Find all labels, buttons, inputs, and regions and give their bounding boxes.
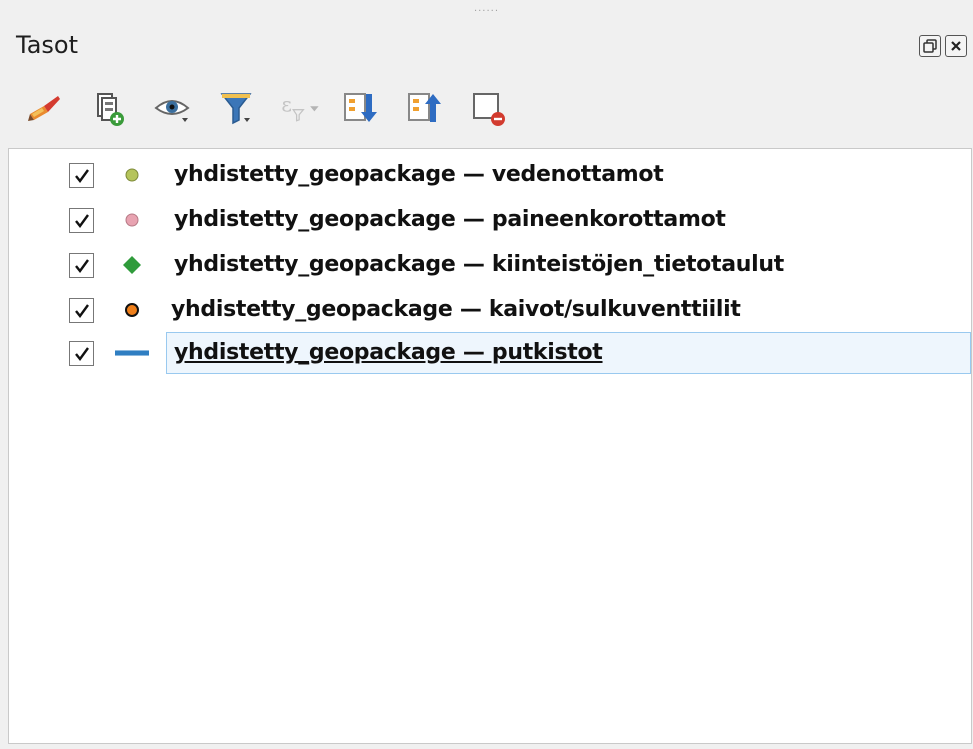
checkmark-icon [74, 213, 89, 228]
add-group-button[interactable] [86, 86, 130, 130]
diamond-symbol-icon [115, 253, 149, 277]
layer-name: yhdistetty_geopackage — putkistot [174, 340, 603, 365]
layers-tree[interactable]: yhdistetty_geopackage — vedenottamot yhd… [8, 148, 972, 744]
remove-layer-button[interactable] [466, 86, 510, 130]
layer-visibility-checkbox[interactable] [69, 208, 94, 233]
close-icon [951, 41, 961, 51]
line-symbol-icon [115, 341, 149, 365]
layer-row[interactable]: yhdistetty_geopackage — paineenkorottamo… [9, 200, 971, 240]
dock-drag-handle[interactable]: ...... [0, 3, 973, 14]
float-panel-button[interactable] [919, 35, 941, 57]
layer-name: yhdistetty_geopackage — kaivot/sulkuvent… [171, 297, 741, 322]
filter-expression-icon: ε [281, 92, 319, 122]
checkmark-icon [74, 303, 89, 318]
visibility-button[interactable] [150, 86, 194, 130]
layer-name: yhdistetty_geopackage — paineenkorottamo… [174, 207, 726, 232]
layer-visibility-checkbox[interactable] [69, 253, 94, 278]
layer-visibility-checkbox[interactable] [69, 298, 94, 323]
point-symbol-icon [115, 163, 149, 187]
layer-row[interactable]: yhdistetty_geopackage — kaivot/sulkuvent… [9, 290, 971, 330]
expand-all-icon [344, 93, 377, 122]
svg-text:ε: ε [281, 92, 292, 116]
point-symbol-icon [115, 208, 149, 232]
close-panel-button[interactable] [945, 35, 967, 57]
layer-name: yhdistetty_geopackage — vedenottamot [174, 162, 664, 187]
layers-toolbar: ε [22, 86, 530, 130]
add-group-icon [97, 93, 124, 126]
style-brush-button[interactable] [22, 86, 66, 130]
layer-name: yhdistetty_geopackage — kiinteistöjen_ti… [174, 252, 784, 277]
float-icon [923, 39, 937, 53]
checkmark-icon [74, 258, 89, 273]
grip-dots: ...... [473, 3, 500, 14]
dock-buttons [919, 35, 967, 57]
layer-row[interactable]: yhdistetty_geopackage — vedenottamot [9, 155, 971, 195]
point-symbol-icon [115, 298, 149, 322]
panel-title: Tasot [16, 31, 78, 59]
filter-legend-button[interactable] [214, 86, 258, 130]
collapse-all-button[interactable] [402, 86, 446, 130]
style-brush-icon [28, 96, 60, 121]
layer-row[interactable]: yhdistetty_geopackage — kiinteistöjen_ti… [9, 245, 971, 285]
remove-layer-icon [473, 93, 505, 126]
visibility-eye-icon [154, 100, 190, 122]
checkmark-icon [74, 168, 89, 183]
expand-all-button[interactable] [338, 86, 382, 130]
checkmark-icon [74, 346, 89, 361]
collapse-all-icon [408, 93, 441, 122]
filter-expression-button[interactable]: ε [278, 86, 322, 130]
layer-visibility-checkbox[interactable] [69, 163, 94, 188]
layer-visibility-checkbox[interactable] [69, 341, 94, 366]
layer-row[interactable]: yhdistetty_geopackage — putkistot [9, 332, 971, 374]
filter-legend-icon [220, 93, 252, 125]
